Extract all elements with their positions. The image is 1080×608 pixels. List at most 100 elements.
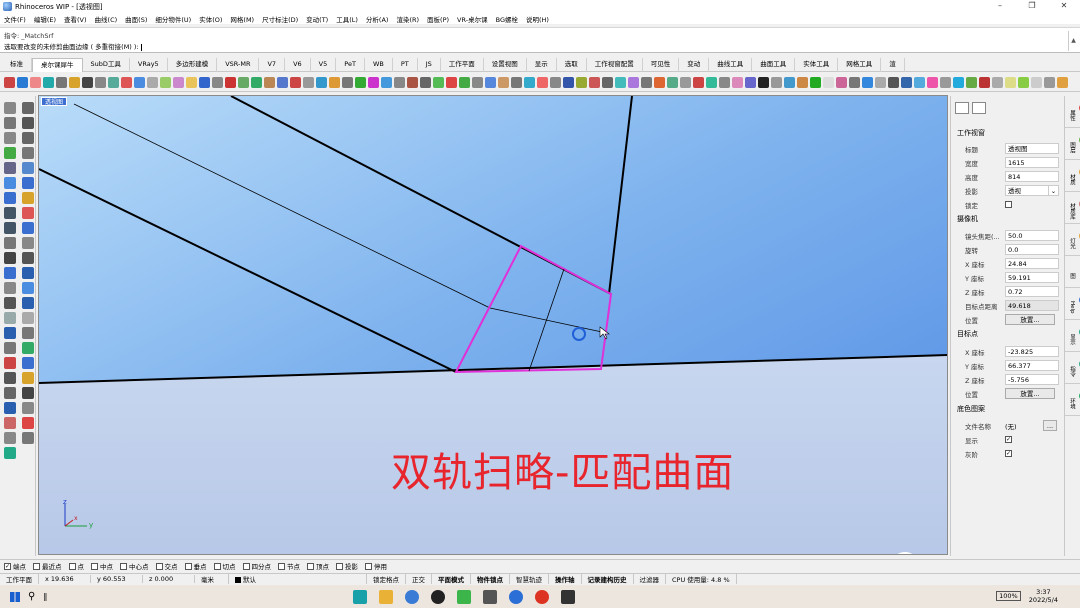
toolbar-tool-icon[interactable] <box>251 76 262 88</box>
tab-10[interactable]: WB <box>365 58 393 72</box>
toolbar-tool-icon[interactable] <box>836 76 847 88</box>
toolbar-tool-icon[interactable] <box>628 76 639 88</box>
osnap-checkbox[interactable] <box>91 563 98 570</box>
left-tool-icon[interactable] <box>22 342 34 354</box>
left-tool-icon[interactable] <box>22 147 34 159</box>
toolbar-tool-icon[interactable] <box>160 76 171 88</box>
left-tool-icon[interactable] <box>22 117 34 129</box>
left-tool-icon[interactable] <box>22 282 34 294</box>
toolbar-tool-icon[interactable] <box>446 76 457 88</box>
tab-2[interactable]: SubD工具 <box>83 58 130 72</box>
app-dark-icon[interactable] <box>561 589 576 604</box>
left-tool-icon[interactable] <box>4 192 16 204</box>
menu-item-3[interactable]: 曲线(C) <box>95 14 118 24</box>
osnap-4[interactable]: 中心点 <box>120 561 149 571</box>
toolbar-tool-icon[interactable] <box>953 76 964 88</box>
file-explorer-icon[interactable] <box>379 589 394 604</box>
toolbar-tool-icon[interactable] <box>771 76 782 88</box>
toolbar-tool-icon[interactable] <box>277 76 288 88</box>
toolbar-tool-icon[interactable] <box>212 76 223 88</box>
left-tool-icon[interactable] <box>4 237 16 249</box>
left-tool-icon[interactable] <box>4 387 16 399</box>
side-tab-4[interactable]: 灯光 <box>1065 224 1080 256</box>
toolbar-tool-icon[interactable] <box>381 76 392 88</box>
tab-15[interactable]: 显示 <box>527 58 557 72</box>
toolbar-tool-icon[interactable] <box>602 76 613 88</box>
toolbar-tool-icon[interactable] <box>719 76 730 88</box>
left-tool-icon[interactable] <box>4 162 16 174</box>
toolbar-tool-icon[interactable] <box>225 76 236 88</box>
osnap-checkbox[interactable] <box>184 563 192 570</box>
status-toggle-0[interactable]: 锁定格点 <box>367 574 406 584</box>
toolbar-tool-icon[interactable] <box>1057 76 1068 88</box>
toolbar-tool-icon[interactable] <box>563 76 574 88</box>
side-tab-2[interactable]: 材质 <box>1065 160 1080 192</box>
camera-icon[interactable] <box>955 102 969 114</box>
toolbar-tool-icon[interactable] <box>979 76 990 88</box>
left-tool-icon[interactable] <box>4 207 16 219</box>
menu-item-9[interactable]: 变动(T) <box>306 14 328 24</box>
toolbar-tool-icon[interactable] <box>316 76 327 88</box>
toolbar-tool-icon[interactable] <box>784 76 795 88</box>
status-toggle-2[interactable]: 平面模式 <box>432 574 471 584</box>
toolbar-tool-icon[interactable] <box>511 76 522 88</box>
close-button[interactable]: ✕ <box>1048 0 1080 13</box>
left-tool-icon[interactable] <box>4 372 16 384</box>
status-toggle-4[interactable]: 智慧轨迹 <box>510 574 549 584</box>
left-tool-icon[interactable] <box>4 447 16 459</box>
battery-indicator[interactable]: 100% <box>996 591 1021 601</box>
osnap-checkbox[interactable] <box>278 563 285 570</box>
toolbar-tool-icon[interactable] <box>550 76 561 88</box>
menu-item-11[interactable]: 分析(A) <box>366 14 389 24</box>
toolbar-tool-icon[interactable] <box>121 76 132 88</box>
left-tool-icon[interactable] <box>22 312 34 324</box>
osnap-checkbox[interactable] <box>155 563 163 570</box>
tab-22[interactable]: 实体工具 <box>795 58 839 72</box>
left-tool-icon[interactable] <box>4 297 16 309</box>
task-view-icon[interactable]: ‖ <box>43 592 47 601</box>
left-tool-icon[interactable] <box>22 327 34 339</box>
left-tool-icon[interactable] <box>4 312 16 324</box>
status-toggle-6[interactable]: 记录建构历史 <box>582 574 634 584</box>
toolbar-tool-icon[interactable] <box>17 76 28 88</box>
minimize-button[interactable]: – <box>984 0 1016 13</box>
left-tool-icon[interactable] <box>4 282 16 294</box>
qq-icon[interactable] <box>431 589 446 604</box>
rhino-taskbar-icon[interactable] <box>483 589 498 604</box>
prop-width-field[interactable]: 1615 <box>1005 157 1059 168</box>
wechat-icon[interactable] <box>457 589 472 604</box>
prop-height-field[interactable]: 814 <box>1005 171 1059 182</box>
left-tool-icon[interactable] <box>22 237 34 249</box>
toolbar-tool-icon[interactable] <box>30 76 41 88</box>
left-tool-icon[interactable] <box>22 267 34 279</box>
osnap-checkbox[interactable] <box>213 563 221 570</box>
toolbar-tool-icon[interactable] <box>199 76 210 88</box>
menu-item-6[interactable]: 实体(O) <box>199 14 222 24</box>
toolbar-tool-icon[interactable] <box>524 76 535 88</box>
left-tool-icon[interactable] <box>22 222 34 234</box>
toolbar-tool-icon[interactable] <box>732 76 743 88</box>
menu-item-16[interactable]: 说明(H) <box>526 14 549 24</box>
tab-9[interactable]: PeT <box>336 58 365 72</box>
left-tool-icon[interactable] <box>22 192 34 204</box>
tab-8[interactable]: V5 <box>311 58 337 72</box>
left-tool-icon[interactable] <box>22 372 34 384</box>
tab-23[interactable]: 网格工具 <box>838 58 882 72</box>
toolbar-tool-icon[interactable] <box>485 76 496 88</box>
toolbar-tool-icon[interactable] <box>914 76 925 88</box>
menu-item-14[interactable]: VR-桌尔课 <box>457 14 488 24</box>
toolbar-tool-icon[interactable] <box>1018 76 1029 88</box>
app-teal-icon[interactable] <box>353 589 368 604</box>
edge-icon[interactable] <box>509 589 524 604</box>
toolbar-tool-icon[interactable] <box>355 76 366 88</box>
toolbar-tool-icon[interactable] <box>4 76 15 88</box>
left-tool-icon[interactable] <box>22 357 34 369</box>
toolbar-tool-icon[interactable] <box>407 76 418 88</box>
toolbar-tool-icon[interactable] <box>927 76 938 88</box>
browse-button[interactable]: ... <box>1043 420 1057 431</box>
tab-7[interactable]: V6 <box>285 58 311 72</box>
toolbar-tool-icon[interactable] <box>342 76 353 88</box>
recorder-icon[interactable] <box>535 589 550 604</box>
left-tool-icon[interactable] <box>4 402 16 414</box>
left-tool-icon[interactable] <box>4 432 16 444</box>
